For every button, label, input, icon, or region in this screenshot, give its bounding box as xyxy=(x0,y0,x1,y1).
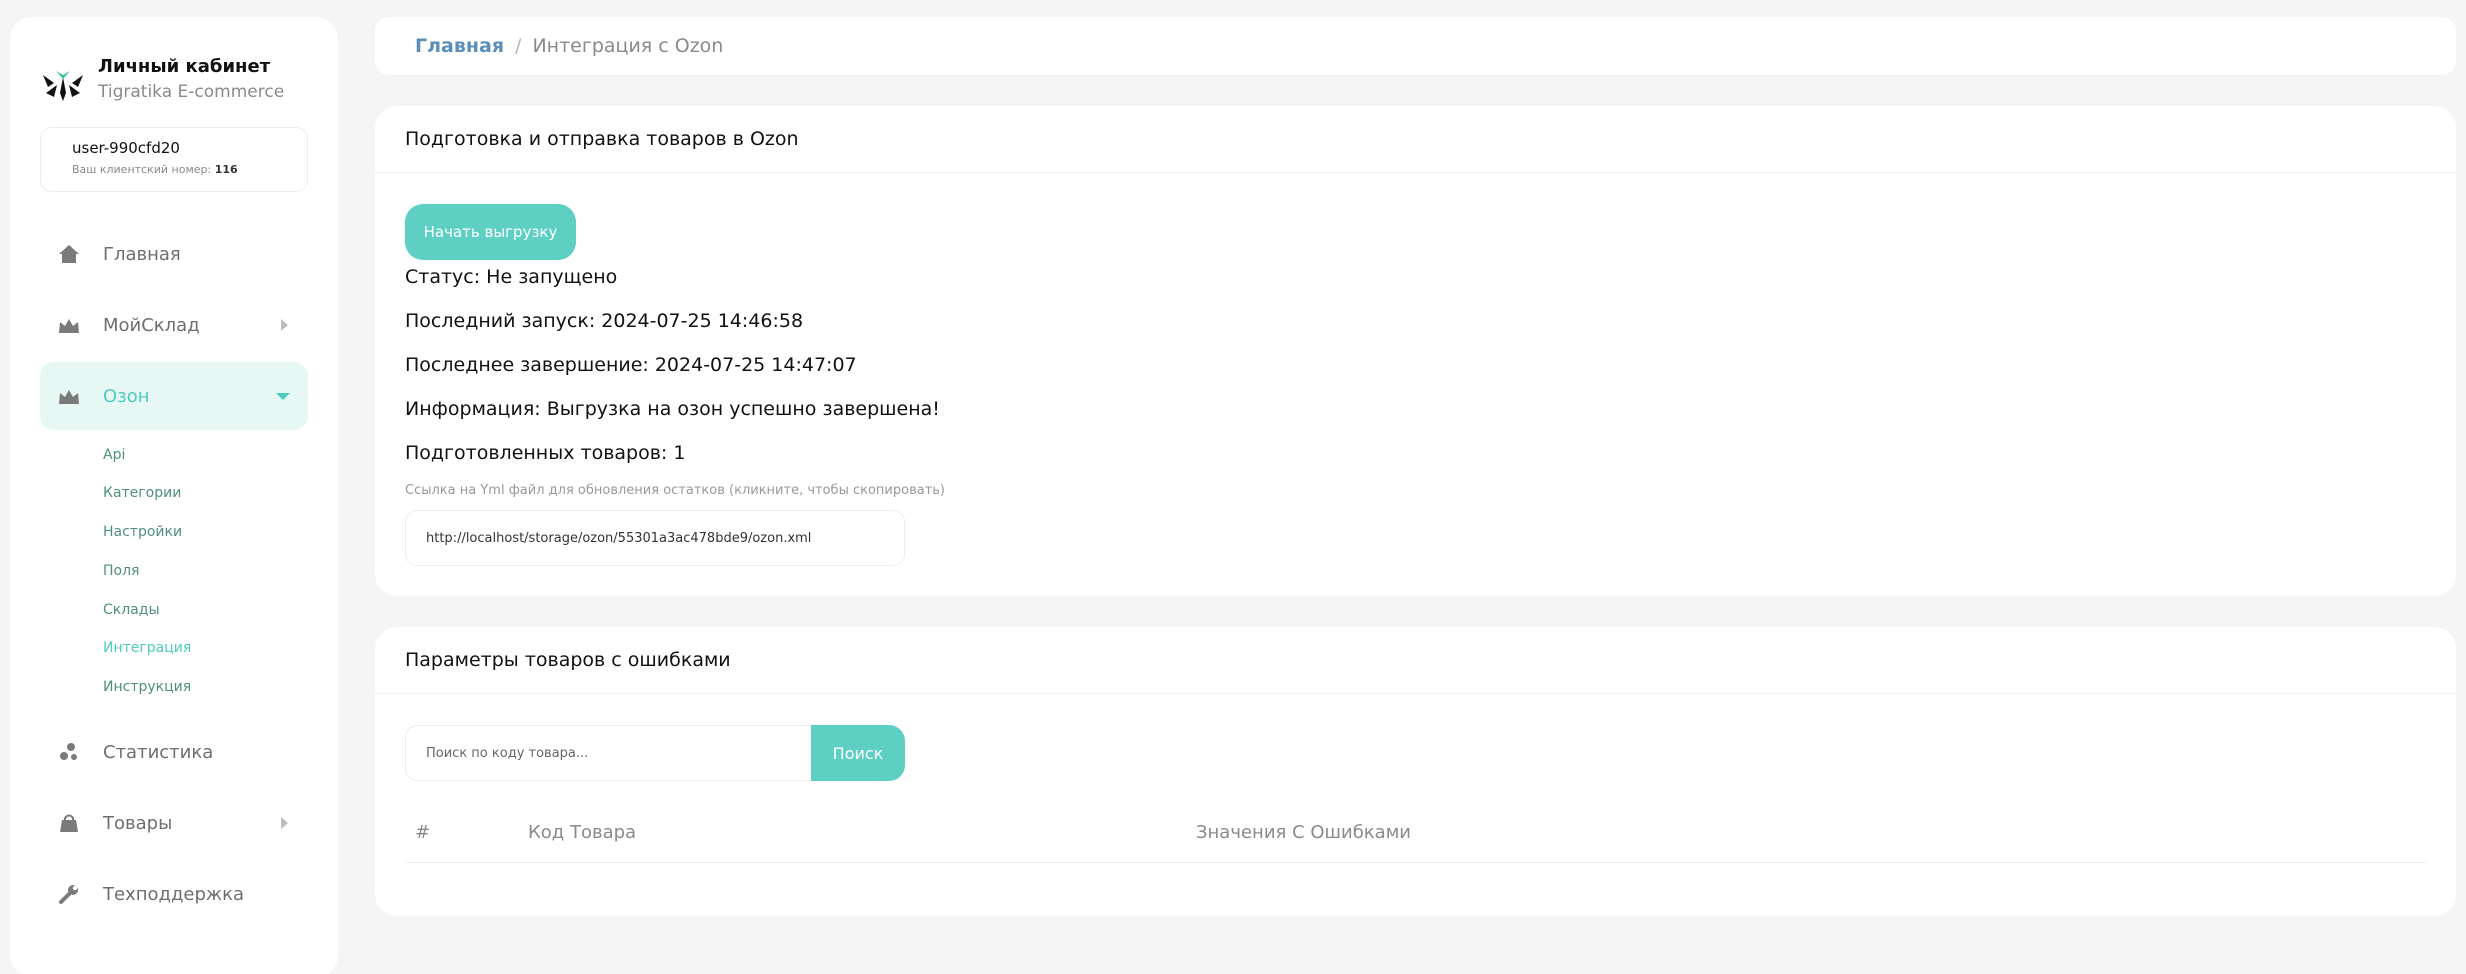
breadcrumb-separator: / xyxy=(515,35,522,57)
start-export-button[interactable]: Начать выгрузку xyxy=(405,204,576,260)
errors-table-header: # Код Товара Значения С Ошибками xyxy=(405,810,2426,863)
client-number-value: 116 xyxy=(214,163,238,176)
sidebar-item-moysklad[interactable]: МойСклад xyxy=(40,291,308,359)
export-card: Подготовка и отправка товаров в Ozon Нач… xyxy=(375,106,2456,596)
tigratika-logo-icon xyxy=(43,71,83,101)
submenu-item-integration[interactable]: Интеграция xyxy=(103,640,191,656)
home-icon xyxy=(58,243,80,265)
status-text: Статус: Не запущено xyxy=(405,266,618,288)
submenu-item-instructions[interactable]: Инструкция xyxy=(103,679,191,695)
sidebar-item-support[interactable]: Техподдержка xyxy=(40,860,308,928)
errors-card: Параметры товаров с ошибками Поиск # Код… xyxy=(375,627,2456,916)
user-card[interactable]: user-990cfd20 Ваш клиентский номер: 116 xyxy=(40,127,308,192)
sidebar-item-label: Техподдержка xyxy=(103,883,245,905)
submenu-item-fields[interactable]: Поля xyxy=(103,563,139,579)
wrench-icon xyxy=(58,883,80,905)
sidebar-item-label: Озон xyxy=(103,385,150,407)
client-number-line: Ваш клиентский номер: 116 xyxy=(72,162,307,178)
last-finish-text: Последнее завершение: 2024-07-25 14:47:0… xyxy=(405,354,857,376)
yml-link-copy-field[interactable]: http://localhost/storage/ozon/55301a3ac4… xyxy=(405,510,905,566)
sidebar-item-label: МойСклад xyxy=(103,314,200,336)
breadcrumb-home-link[interactable]: Главная xyxy=(415,35,504,57)
breadcrumb-current: Интеграция с Ozon xyxy=(532,35,724,57)
bag-icon xyxy=(58,812,80,834)
sidebar-item-label: Главная xyxy=(103,243,181,265)
chevron-right-icon xyxy=(281,319,288,331)
prepared-count-text: Подготовленных товаров: 1 xyxy=(405,442,686,464)
info-text: Информация: Выгрузка на озон успешно зав… xyxy=(405,398,940,420)
chevron-right-icon xyxy=(281,817,288,829)
export-card-title: Подготовка и отправка товаров в Ozon xyxy=(375,106,2456,173)
column-header-index: # xyxy=(415,822,431,843)
sidebar: Личный кабинет Tigratika E-commerce user… xyxy=(10,17,338,974)
sidebar-item-products[interactable]: Товары xyxy=(40,789,308,857)
submenu-item-warehouses[interactable]: Склады xyxy=(103,602,160,618)
search-button[interactable]: Поиск xyxy=(811,725,905,781)
sidebar-item-home[interactable]: Главная xyxy=(40,220,308,288)
sidebar-item-statistics[interactable]: Статистика xyxy=(40,718,308,786)
submenu-item-settings[interactable]: Настройки xyxy=(103,524,182,540)
submenu-item-categories[interactable]: Категории xyxy=(103,485,181,501)
yml-link-caption: Ссылка на Yml файл для обновления остатк… xyxy=(405,483,946,498)
column-header-error-values: Значения С Ошибками xyxy=(1196,822,1411,843)
brand[interactable]: Личный кабинет Tigratika E-commerce xyxy=(40,55,284,109)
chevron-down-icon xyxy=(276,393,290,400)
crown-icon xyxy=(58,385,80,407)
user-name: user-990cfd20 xyxy=(72,139,180,157)
sidebar-item-label: Статистика xyxy=(103,741,214,763)
column-header-product-code: Код Товара xyxy=(528,822,637,843)
sidebar-item-label: Товары xyxy=(103,812,173,834)
product-code-search-input[interactable] xyxy=(405,725,811,781)
breadcrumb: Главная / Интеграция с Ozon xyxy=(375,17,2456,75)
last-run-text: Последний запуск: 2024-07-25 14:46:58 xyxy=(405,310,804,332)
brand-title: Личный кабинет xyxy=(98,56,271,77)
errors-card-title: Параметры товаров с ошибками xyxy=(375,627,2456,694)
stats-icon xyxy=(58,741,80,763)
submenu-item-api[interactable]: Api xyxy=(103,447,125,463)
brand-subtitle: Tigratika E-commerce xyxy=(98,82,285,102)
crown-icon xyxy=(58,314,80,336)
sidebar-item-ozon[interactable]: Озон xyxy=(40,362,308,430)
client-number-label: Ваш клиентский номер: xyxy=(72,163,212,176)
